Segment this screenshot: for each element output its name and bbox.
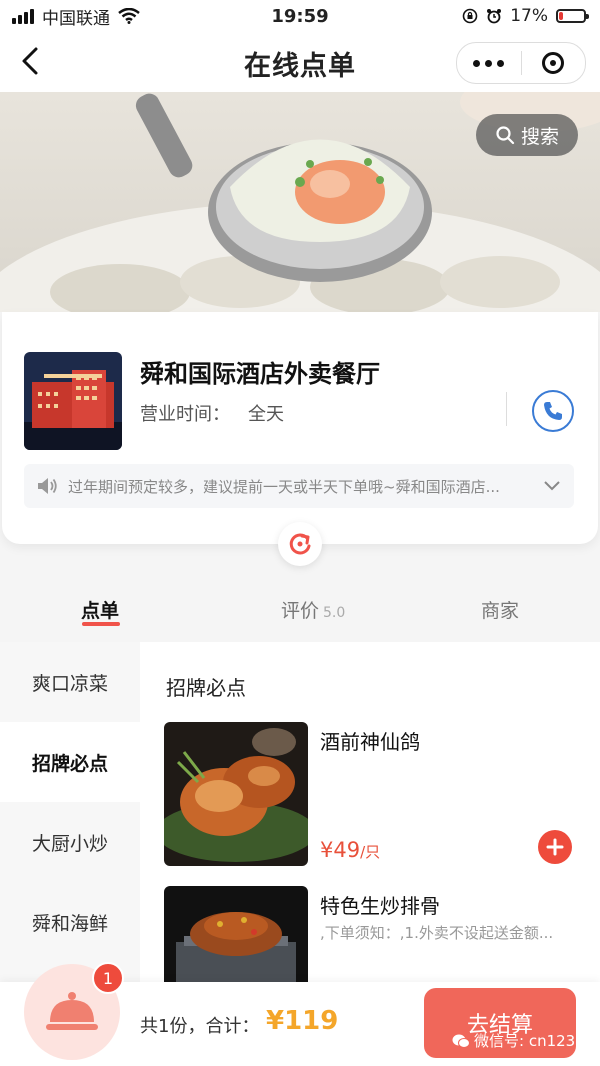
store-photo	[24, 352, 122, 450]
wechat-watermark: 微信号: cn12301	[452, 1030, 594, 1051]
cloche-icon	[46, 992, 98, 1030]
cart-count-badge: 1	[92, 962, 124, 994]
phone-icon[interactable]	[532, 390, 574, 432]
tab-bar: 点单 评价 5.0 商家	[0, 578, 600, 638]
menu-list: 招牌必点 酒前神仙鸽 ¥49/只 特色生炒排骨 ,下单须知：,1.外卖不设起送金…	[140, 642, 600, 982]
status-bar: 中国联通 19:59 17%	[0, 0, 600, 32]
signal-icon	[12, 8, 34, 24]
active-tab-indicator	[82, 622, 120, 626]
category-signature[interactable]: 招牌必点	[0, 722, 140, 802]
rating-score: 5.0	[323, 605, 346, 621]
carrier-label: 中国联通	[42, 8, 110, 29]
wechat-icon	[452, 1034, 470, 1048]
hours-value: 全天	[248, 404, 284, 425]
notice-bar[interactable]: 过年期间预定较多，建议提前一天或半天下单哦~舜和国际酒店...	[24, 464, 574, 508]
search-icon	[496, 126, 515, 145]
total-price: ¥119	[266, 1006, 339, 1036]
category-cold-dishes[interactable]: 爽口凉菜	[0, 642, 140, 722]
dish-item[interactable]: 特色生炒排骨 ,下单须知：,1.外卖不设起送金额...	[164, 886, 584, 982]
mini-program-capsule	[456, 42, 586, 84]
hero-banner: 搜索	[0, 92, 600, 312]
cart-bar: 1 共1份，合计： ¥119 去结算	[0, 962, 600, 1066]
chevron-down-icon[interactable]	[544, 481, 560, 491]
add-to-cart-button[interactable]	[538, 830, 572, 864]
hours-label: 营业时间：	[140, 404, 230, 425]
tab-merchant-label: 商家	[481, 600, 520, 622]
tab-order[interactable]: 点单	[81, 596, 119, 623]
wifi-icon	[118, 8, 140, 24]
refresh-icon[interactable]	[278, 522, 322, 566]
speaker-icon	[38, 478, 57, 494]
category-seafood[interactable]: 舜和海鲜	[0, 882, 140, 962]
battery-icon	[556, 9, 589, 23]
category-label: 爽口凉菜	[32, 672, 109, 695]
tab-reviews[interactable]: 评价 5.0	[281, 596, 345, 623]
total-label: 共1份，合计：	[140, 1016, 260, 1037]
dish-name: 酒前神仙鸽	[320, 730, 420, 754]
category-chef-stir-fry[interactable]: 大厨小炒	[0, 802, 140, 882]
nav-bar: 在线点单	[0, 32, 600, 92]
more-dots-icon[interactable]	[457, 59, 521, 67]
dish-price: ¥49/只	[320, 838, 380, 862]
dish-description: ,下单须知：,1.外卖不设起送金额...	[320, 924, 554, 942]
plus-icon	[546, 838, 564, 856]
price-unit: /只	[360, 843, 381, 861]
tab-merchant[interactable]: 商家	[481, 596, 519, 623]
price-value: ¥49	[320, 838, 361, 862]
search-button[interactable]: 搜索	[476, 114, 578, 156]
notice-text: 过年期间预定较多，建议提前一天或半天下单哦~舜和国际酒店...	[68, 477, 500, 496]
divider	[506, 392, 507, 426]
dish-item[interactable]: 酒前神仙鸽 ¥49/只	[164, 722, 584, 872]
dish-photo	[164, 722, 308, 866]
category-sidebar: 爽口凉菜 招牌必点 大厨小炒 舜和海鲜	[0, 642, 140, 982]
rotation-lock-icon	[462, 8, 478, 24]
section-title: 招牌必点	[166, 676, 246, 700]
business-hours: 营业时间： 全天	[140, 400, 284, 426]
store-name: 舜和国际酒店外卖餐厅	[140, 360, 380, 388]
dish-photo	[164, 886, 308, 982]
category-label: 舜和海鲜	[32, 912, 109, 935]
tab-order-label: 点单	[81, 600, 120, 622]
watermark-text: 微信号: cn12301	[474, 1032, 595, 1050]
search-label: 搜索	[520, 125, 559, 148]
battery-percent: 17%	[510, 6, 548, 26]
category-label: 大厨小炒	[32, 832, 109, 855]
category-label: 招牌必点	[32, 752, 109, 775]
dish-name: 特色生炒排骨	[320, 894, 440, 918]
target-circle-icon[interactable]	[522, 52, 586, 74]
alarm-icon	[487, 9, 502, 24]
tab-reviews-label: 评价	[281, 600, 320, 622]
store-card: 舜和国际酒店外卖餐厅 营业时间： 全天 过年期间预定较多，建议提前一天或半天下单哦…	[2, 312, 598, 544]
